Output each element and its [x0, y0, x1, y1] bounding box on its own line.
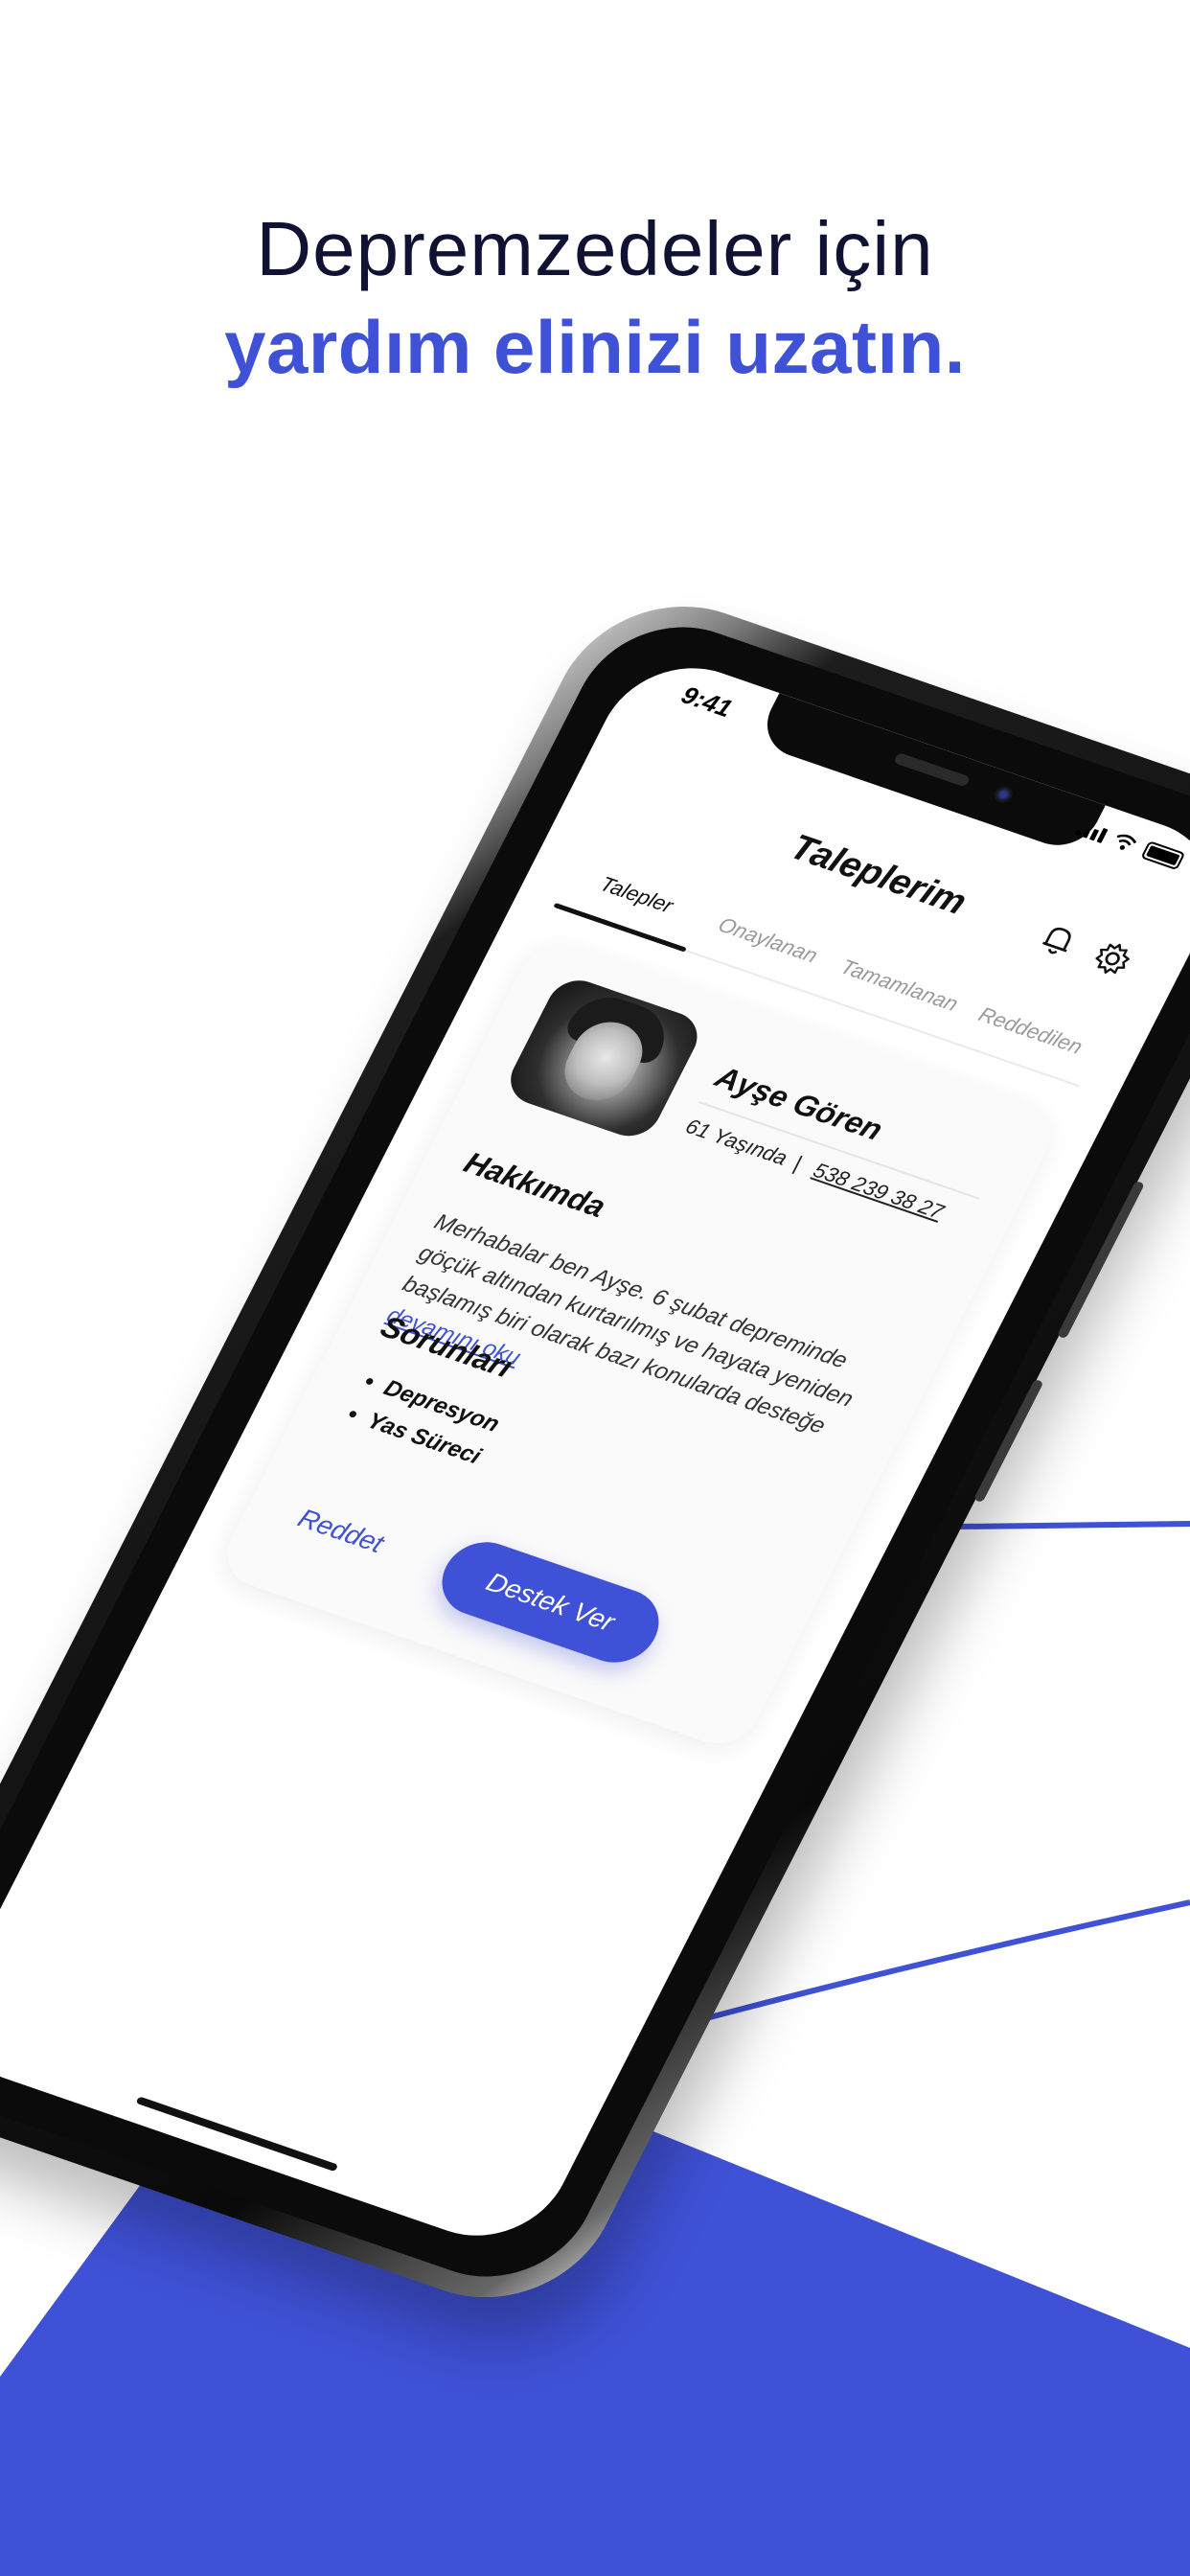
meta-separator: | — [790, 1151, 807, 1175]
camera — [991, 783, 1016, 806]
status-icons — [1074, 817, 1186, 871]
avatar — [500, 973, 708, 1144]
status-time: 9:41 — [676, 679, 738, 723]
issues-list: Depresyon Yas Süreci — [332, 1361, 506, 1475]
reject-button[interactable]: Reddet — [276, 1490, 406, 1572]
signal-icon — [1074, 818, 1110, 843]
support-button[interactable]: Destek Ver — [428, 1531, 673, 1673]
person-age: 61 Yaşında — [681, 1114, 792, 1170]
phone-number-link[interactable]: 538 239 38 27 — [810, 1158, 948, 1223]
home-indicator — [135, 2096, 339, 2173]
speaker — [893, 751, 972, 788]
tab-tamamlanan[interactable]: Tamamlanan — [817, 943, 975, 1040]
phone-bezel: 9:41 Taleplerim Talepler Onaylanan Tamam… — [0, 601, 1190, 2303]
tab-reddedilen[interactable]: Reddedilen — [949, 988, 1107, 1085]
phone-screen: 9:41 Taleplerim Talepler Onaylanan Tamam… — [0, 646, 1190, 2258]
battery-icon — [1140, 840, 1186, 871]
wifi-icon — [1116, 834, 1137, 850]
phone-device: 9:41 Taleplerim Talepler Onaylanan Tamam… — [0, 575, 1190, 2329]
request-card: Ayşe Gören 61 Yaşında| 538 239 38 27 Hakk… — [214, 934, 1065, 1754]
phone-wrapper: 9:41 Taleplerim Talepler Onaylanan Tamam… — [0, 0, 1190, 2576]
about-title: Hakkımda — [458, 1145, 612, 1224]
person-meta: 61 Yaşında| 538 239 38 27 — [681, 1115, 948, 1225]
tab-onaylanan[interactable]: Onaylanan — [686, 898, 844, 995]
tab-talepler[interactable]: Talepler — [555, 853, 713, 950]
